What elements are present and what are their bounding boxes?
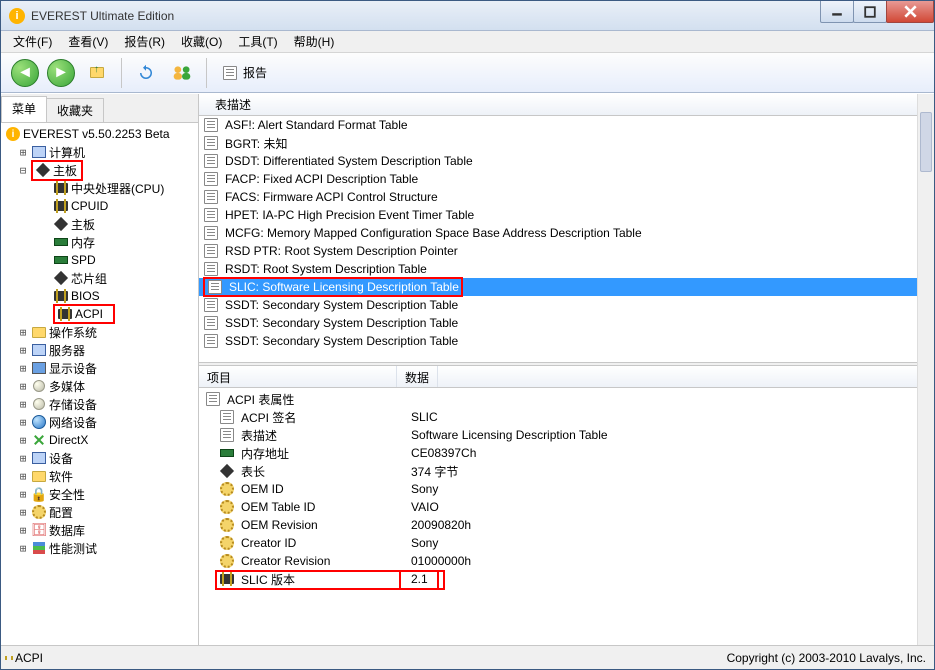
tree-config[interactable]: ⊞配置 bbox=[1, 503, 198, 521]
list-row[interactable]: HPET: IA-PC High Precision Event Timer T… bbox=[199, 206, 917, 224]
maximize-button[interactable] bbox=[853, 1, 887, 23]
menu-tools[interactable]: 工具(T) bbox=[232, 31, 283, 52]
list-row[interactable]: RSDT: Root System Description Table bbox=[199, 260, 917, 278]
report-label: 报告 bbox=[243, 64, 267, 81]
tree-computer[interactable]: ⊞计算机 bbox=[1, 143, 198, 161]
refresh-button[interactable] bbox=[130, 57, 162, 89]
tree-security[interactable]: ⊞🔒安全性 bbox=[1, 485, 198, 503]
tree-server[interactable]: ⊞服务器 bbox=[1, 341, 198, 359]
tree-storage[interactable]: ⊞存储设备 bbox=[1, 395, 198, 413]
list-row[interactable]: FACP: Fixed ACPI Description Table bbox=[199, 170, 917, 188]
list-row[interactable]: ASF!: Alert Standard Format Table bbox=[199, 116, 917, 134]
menu-favorites[interactable]: 收藏(O) bbox=[175, 31, 228, 52]
tree-directx[interactable]: ⊞DirectX bbox=[1, 431, 198, 449]
back-button[interactable]: ◄ bbox=[9, 57, 41, 89]
tree-os[interactable]: ⊞操作系统 bbox=[1, 323, 198, 341]
tree-chipset[interactable]: 芯片组 bbox=[1, 269, 198, 287]
detail-row: 内存地址CE08397Ch bbox=[199, 444, 917, 462]
tree-root[interactable]: iEVEREST v5.50.2253 Beta bbox=[1, 125, 198, 143]
tree-devices[interactable]: ⊞设备 bbox=[1, 449, 198, 467]
tree-acpi[interactable]: ACPI bbox=[1, 305, 198, 323]
detail-row: 表描述Software Licensing Description Table bbox=[199, 426, 917, 444]
tree[interactable]: iEVEREST v5.50.2253 Beta ⊞计算机 ⊟主板 中央处理器(… bbox=[1, 123, 198, 645]
tree-motherboard[interactable]: ⊟主板 bbox=[1, 161, 198, 179]
tree-benchmark[interactable]: ⊞性能测试 bbox=[1, 539, 198, 557]
detail-title: ACPI 表属性 bbox=[199, 390, 917, 408]
status-item: ACPI bbox=[15, 651, 43, 665]
list-row[interactable]: SSDT: Secondary System Description Table bbox=[199, 332, 917, 350]
detail-row: 表长374 字节 bbox=[199, 462, 917, 480]
menu-report[interactable]: 报告(R) bbox=[118, 31, 171, 52]
list-row[interactable]: BGRT: 未知 bbox=[199, 134, 917, 152]
menu-help[interactable]: 帮助(H) bbox=[288, 31, 341, 52]
list-body[interactable]: ASF!: Alert Standard Format TableBGRT: 未… bbox=[199, 116, 934, 362]
titlebar: i EVEREST Ultimate Edition bbox=[1, 1, 934, 31]
list-row[interactable]: SLIC: Software Licensing Description Tab… bbox=[199, 278, 917, 296]
tree-cpu[interactable]: 中央处理器(CPU) bbox=[1, 179, 198, 197]
tree-network[interactable]: ⊞网络设备 bbox=[1, 413, 198, 431]
tree-multimedia[interactable]: ⊞多媒体 bbox=[1, 377, 198, 395]
up-button[interactable]: ↑ bbox=[81, 57, 113, 89]
detail-row: OEM Revision20090820h bbox=[199, 516, 917, 534]
menu-view[interactable]: 查看(V) bbox=[62, 31, 114, 52]
detail-row: ACPI 签名SLIC bbox=[199, 408, 917, 426]
menubar: 文件(F) 查看(V) 报告(R) 收藏(O) 工具(T) 帮助(H) bbox=[1, 31, 934, 53]
close-button[interactable] bbox=[886, 1, 934, 23]
detail-row: Creator IDSony bbox=[199, 534, 917, 552]
report-icon bbox=[223, 66, 237, 80]
tree-bios[interactable]: BIOS bbox=[1, 287, 198, 305]
list-row[interactable]: SSDT: Secondary System Description Table bbox=[199, 314, 917, 332]
app-icon: i bbox=[9, 8, 25, 24]
detail-row: Creator Revision01000000h bbox=[199, 552, 917, 570]
forward-button[interactable]: ► bbox=[45, 57, 77, 89]
main-panel: 表描述 ASF!: Alert Standard Format TableBGR… bbox=[199, 94, 934, 645]
toolbar: ◄ ► ↑ 报告 bbox=[1, 53, 934, 93]
copyright: Copyright (c) 2003-2010 Lavalys, Inc. bbox=[727, 651, 926, 665]
statusbar: ACPI Copyright (c) 2003-2010 Lavalys, In… bbox=[1, 645, 934, 669]
minimize-button[interactable] bbox=[820, 1, 854, 23]
list-row[interactable]: DSDT: Differentiated System Description … bbox=[199, 152, 917, 170]
tree-memory[interactable]: 内存 bbox=[1, 233, 198, 251]
detail-body[interactable]: ACPI 表属性 ACPI 签名SLIC表描述Software Licensin… bbox=[199, 388, 934, 645]
detail-row: OEM IDSony bbox=[199, 480, 917, 498]
tab-favorites[interactable]: 收藏夹 bbox=[46, 98, 104, 122]
list-row[interactable]: MCFG: Memory Mapped Configuration Space … bbox=[199, 224, 917, 242]
tree-cpuid[interactable]: CPUID bbox=[1, 197, 198, 215]
list-row[interactable]: SSDT: Secondary System Description Table bbox=[199, 296, 917, 314]
list-header[interactable]: 表描述 bbox=[199, 94, 934, 116]
tree-mainboard[interactable]: 主板 bbox=[1, 215, 198, 233]
detail-row: OEM Table IDVAIO bbox=[199, 498, 917, 516]
list-row[interactable]: FACS: Firmware ACPI Control Structure bbox=[199, 188, 917, 206]
tree-display[interactable]: ⊞显示设备 bbox=[1, 359, 198, 377]
tree-software[interactable]: ⊞软件 bbox=[1, 467, 198, 485]
report-button[interactable]: 报告 bbox=[215, 60, 275, 85]
tree-database[interactable]: ⊞🗄数据库 bbox=[1, 521, 198, 539]
list-row[interactable]: RSD PTR: Root System Description Pointer bbox=[199, 242, 917, 260]
menu-file[interactable]: 文件(F) bbox=[7, 31, 58, 52]
window-title: EVEREST Ultimate Edition bbox=[31, 9, 821, 23]
detail-header[interactable]: 项目 数据 bbox=[199, 366, 934, 388]
tree-spd[interactable]: SPD bbox=[1, 251, 198, 269]
sidebar: 菜单 收藏夹 iEVEREST v5.50.2253 Beta ⊞计算机 ⊟主板… bbox=[1, 94, 199, 645]
users-button[interactable] bbox=[166, 57, 198, 89]
tab-menu[interactable]: 菜单 bbox=[1, 96, 47, 122]
